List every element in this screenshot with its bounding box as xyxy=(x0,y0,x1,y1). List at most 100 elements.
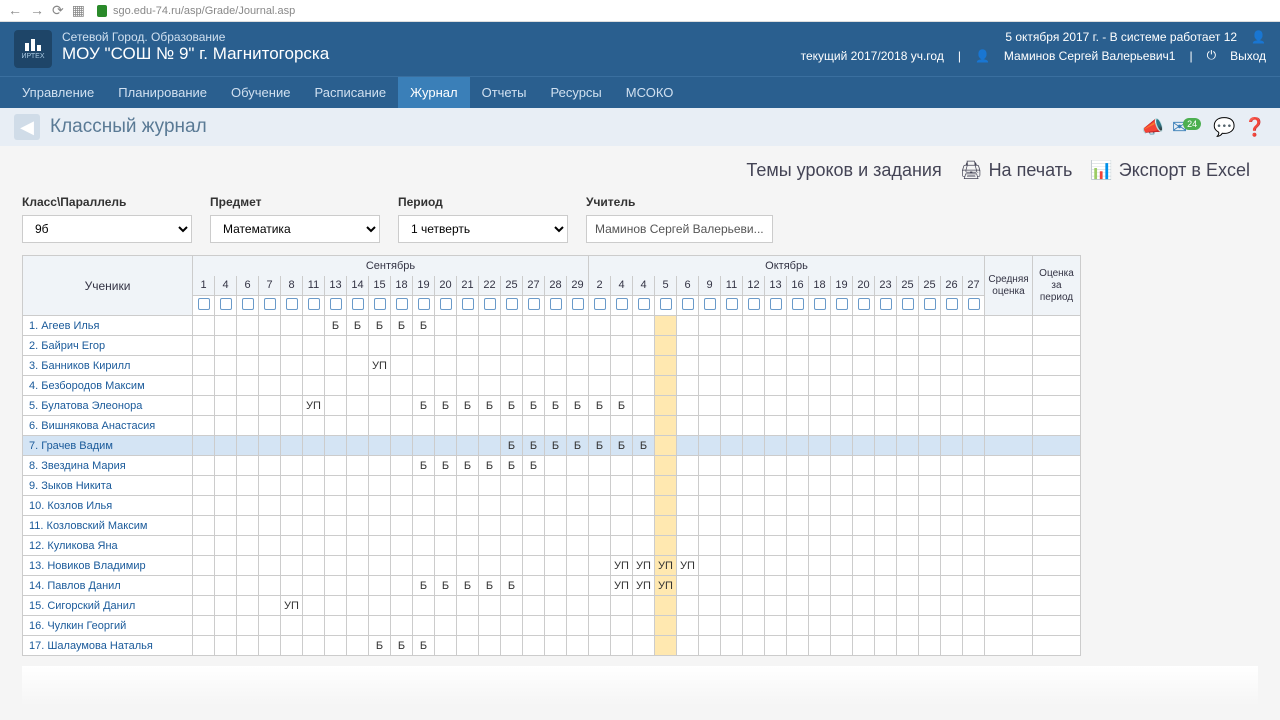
grade-cell[interactable] xyxy=(853,396,875,416)
grade-cell[interactable] xyxy=(633,476,655,496)
grade-cell[interactable] xyxy=(677,436,699,456)
grade-cell[interactable] xyxy=(875,536,897,556)
grade-cell[interactable] xyxy=(259,416,281,436)
grade-cell[interactable] xyxy=(193,376,215,396)
grade-cell[interactable] xyxy=(391,576,413,596)
check-cell-8[interactable] xyxy=(369,296,391,316)
grade-cell[interactable] xyxy=(413,476,435,496)
grade-cell[interactable] xyxy=(853,576,875,596)
grade-cell[interactable] xyxy=(501,636,523,656)
grade-cell[interactable] xyxy=(655,516,677,536)
grade-cell[interactable] xyxy=(325,556,347,576)
grade-cell[interactable] xyxy=(545,456,567,476)
grade-cell[interactable]: Б xyxy=(545,396,567,416)
grade-cell[interactable] xyxy=(523,496,545,516)
grade-cell[interactable] xyxy=(897,516,919,536)
grade-cell[interactable] xyxy=(875,576,897,596)
table-row[interactable]: 11. Козловский Максим xyxy=(23,516,1081,536)
grade-cell[interactable] xyxy=(237,336,259,356)
grade-cell[interactable] xyxy=(743,636,765,656)
grade-cell[interactable] xyxy=(391,476,413,496)
nav-item-журнал[interactable]: Журнал xyxy=(398,77,469,108)
grade-cell[interactable]: Б xyxy=(501,576,523,596)
chat-icon[interactable]: 💬 xyxy=(1213,117,1235,138)
grade-cell[interactable] xyxy=(259,496,281,516)
grade-cell[interactable] xyxy=(897,436,919,456)
grade-cell[interactable] xyxy=(941,636,963,656)
grade-cell[interactable] xyxy=(215,596,237,616)
grade-cell[interactable] xyxy=(853,316,875,336)
grade-cell[interactable] xyxy=(479,616,501,636)
grade-cell[interactable] xyxy=(831,596,853,616)
grade-cell[interactable] xyxy=(347,376,369,396)
grade-cell[interactable] xyxy=(457,556,479,576)
grade-cell[interactable]: УП xyxy=(281,596,303,616)
grade-cell[interactable] xyxy=(875,456,897,476)
grade-cell[interactable] xyxy=(237,316,259,336)
grade-cell[interactable] xyxy=(215,356,237,376)
check-cell-32[interactable] xyxy=(897,296,919,316)
grade-cell[interactable] xyxy=(259,556,281,576)
grade-cell[interactable] xyxy=(281,356,303,376)
print-action[interactable]: 🖨На печать xyxy=(960,160,1073,181)
grade-cell[interactable] xyxy=(897,596,919,616)
checkbox-icon[interactable] xyxy=(572,298,584,310)
grade-cell[interactable] xyxy=(765,636,787,656)
day-sep-5[interactable]: 11 xyxy=(303,276,325,296)
day-sep-6[interactable]: 13 xyxy=(325,276,347,296)
grade-cell[interactable] xyxy=(281,316,303,336)
check-cell-26[interactable] xyxy=(765,296,787,316)
grade-cell[interactable] xyxy=(963,516,985,536)
grade-cell[interactable] xyxy=(237,376,259,396)
grade-cell[interactable] xyxy=(523,576,545,596)
grade-cell[interactable] xyxy=(765,596,787,616)
grade-cell[interactable] xyxy=(567,556,589,576)
grade-cell[interactable] xyxy=(325,356,347,376)
grade-cell[interactable] xyxy=(325,516,347,536)
grade-cell[interactable] xyxy=(787,496,809,516)
grade-cell[interactable] xyxy=(765,556,787,576)
grade-cell[interactable] xyxy=(809,396,831,416)
checkbox-icon[interactable] xyxy=(836,298,848,310)
grade-cell[interactable] xyxy=(633,636,655,656)
grade-cell[interactable] xyxy=(897,476,919,496)
nav-item-ресурсы[interactable]: Ресурсы xyxy=(539,77,614,108)
grade-cell[interactable]: Б xyxy=(369,636,391,656)
grade-cell[interactable] xyxy=(677,316,699,336)
grade-cell[interactable] xyxy=(589,476,611,496)
grade-cell[interactable] xyxy=(809,436,831,456)
grade-cell[interactable] xyxy=(787,636,809,656)
grade-cell[interactable] xyxy=(853,556,875,576)
grade-cell[interactable] xyxy=(875,476,897,496)
grade-cell[interactable] xyxy=(479,596,501,616)
day-oct-14[interactable]: 25 xyxy=(897,276,919,296)
grade-cell[interactable] xyxy=(699,536,721,556)
grade-cell[interactable] xyxy=(611,496,633,516)
grade-cell[interactable] xyxy=(545,336,567,356)
grade-cell[interactable] xyxy=(787,596,809,616)
grade-cell[interactable] xyxy=(919,596,941,616)
checkbox-icon[interactable] xyxy=(352,298,364,310)
grade-cell[interactable]: Б xyxy=(523,436,545,456)
grade-cell[interactable] xyxy=(259,356,281,376)
grade-cell[interactable]: Б xyxy=(479,456,501,476)
grade-cell[interactable] xyxy=(325,616,347,636)
check-cell-0[interactable] xyxy=(193,296,215,316)
grade-cell[interactable] xyxy=(259,536,281,556)
check-cell-10[interactable] xyxy=(413,296,435,316)
grade-cell[interactable] xyxy=(281,636,303,656)
grade-cell[interactable] xyxy=(809,376,831,396)
grade-cell[interactable] xyxy=(391,336,413,356)
grade-cell[interactable]: Б xyxy=(523,396,545,416)
grade-cell[interactable] xyxy=(193,596,215,616)
grade-cell[interactable] xyxy=(721,436,743,456)
grade-cell[interactable] xyxy=(413,356,435,376)
grade-cell[interactable] xyxy=(875,616,897,636)
grade-cell[interactable] xyxy=(567,416,589,436)
grade-cell[interactable] xyxy=(633,316,655,336)
grade-cell[interactable] xyxy=(743,556,765,576)
table-row[interactable]: 10. Козлов Илья xyxy=(23,496,1081,516)
checkbox-icon[interactable] xyxy=(198,298,210,310)
day-oct-10[interactable]: 18 xyxy=(809,276,831,296)
checkbox-icon[interactable] xyxy=(616,298,628,310)
